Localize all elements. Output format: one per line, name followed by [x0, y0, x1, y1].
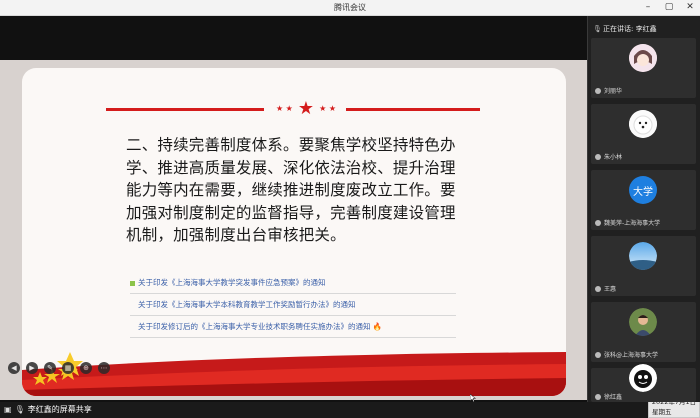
participant-tile-5[interactable]: 张科@上海海事大学 [591, 302, 696, 362]
zoom-icon[interactable]: ⊕ [80, 362, 92, 374]
window-controls: – ▢ ✕ [642, 1, 696, 14]
speaker-icon: 🎙 [593, 25, 602, 33]
participant-tile-6[interactable]: 徐红鑫 [591, 364, 696, 402]
header-line-left [106, 108, 264, 111]
panel-divider [587, 16, 588, 402]
next-icon[interactable]: ▶ [26, 362, 38, 374]
close-button[interactable]: ✕ [684, 1, 696, 14]
notice-list: 关于印发《上海海事大学教学突发事件应急预案》的通知 关于印发《上海海事大学本科教… [130, 272, 456, 338]
screen-share-label[interactable]: ▣ 🎙 李红鑫的屏幕共享 [4, 404, 92, 415]
anime-avatar [629, 44, 657, 72]
header-line-right [346, 108, 480, 111]
person-icon [595, 88, 601, 94]
landscape-avatar [629, 242, 657, 270]
participant-tile-2[interactable]: 朱小林 [591, 104, 696, 164]
app-title: 腾讯会议 [334, 3, 366, 12]
bullet-icon [130, 280, 135, 286]
minimize-button[interactable]: – [642, 1, 654, 14]
screen-share-icon: ▣ [4, 405, 12, 414]
prev-icon[interactable]: ◀ [8, 362, 20, 374]
person-icon [595, 286, 601, 292]
person-icon [595, 154, 601, 160]
participant-tile-4[interactable]: 王惠 [591, 236, 696, 296]
participant-tile-1[interactable]: 刘丽华 [591, 38, 696, 98]
grid-icon[interactable]: ▦ [62, 362, 74, 374]
person-icon [595, 352, 601, 358]
participant-panel: 🎙 正在讲话: 李红鑫 刘丽华 朱小林 大学 魏美萍-上海海事大学 王惠 张科@… [587, 16, 700, 402]
active-speaker-label: 正在讲话: 李红鑫 [603, 25, 657, 33]
mouse-cursor-icon [470, 394, 476, 402]
pen-icon[interactable]: ✎ [44, 362, 56, 374]
slide: ★ ★ ★ ★ ★ 二、持续完善制度体系。要聚焦学校坚持特色办学、推进高质量发展… [22, 68, 566, 396]
title-bar: 腾讯会议 – ▢ ✕ [0, 0, 700, 16]
white-dog-avatar [629, 110, 657, 138]
clock-weekday: 星期五 [652, 408, 672, 416]
mic-icon: 🎙 [14, 405, 25, 414]
hot-fire-icon: 🔥 [372, 322, 382, 331]
person-icon [595, 220, 601, 226]
notice-link-2[interactable]: 关于印发《上海海事大学本科教育教学工作奖励暂行办法》的通知 [130, 294, 456, 316]
bottom-status-bar: ▣ 🎙 李红鑫的屏幕共享 [0, 402, 700, 418]
notice-link-3[interactable]: 关于印发修订后的《上海海事大学专业技术职务聘任实施办法》的通知 🔥 [130, 316, 456, 338]
photo-avatar [629, 308, 657, 336]
more-icon[interactable]: ⋯ [98, 362, 110, 374]
slide-body-text: 二、持续完善制度体系。要聚焦学校坚持特色办学、推进高质量发展、深化依法治校、提升… [126, 136, 456, 244]
text-avatar: 大学 [629, 176, 657, 204]
slide-controls: ◀ ▶ ✎ ▦ ⊕ ⋯ [8, 362, 110, 374]
shared-screen: ★ ★ ★ ★ ★ 二、持续完善制度体系。要聚焦学校坚持特色办学、推进高质量发展… [0, 16, 587, 402]
notice-link-1[interactable]: 关于印发《上海海事大学教学突发事件应急预案》的通知 [130, 272, 456, 294]
participant-tile-3[interactable]: 大学 魏美萍-上海海事大学 [591, 170, 696, 230]
maximize-button[interactable]: ▢ [663, 1, 675, 14]
cartoon-avatar [629, 364, 657, 392]
person-icon [595, 394, 601, 400]
header-stars-icon: ★ ★ ★ ★ ★ [275, 98, 337, 119]
